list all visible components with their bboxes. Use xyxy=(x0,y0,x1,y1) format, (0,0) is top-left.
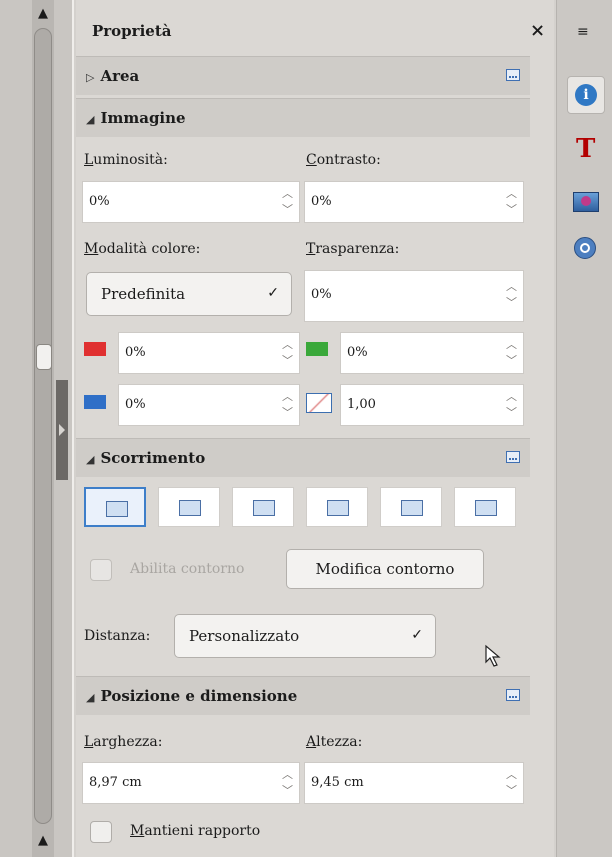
more-options-icon[interactable] xyxy=(506,69,520,81)
color-mode-label: Modalità colore: xyxy=(84,241,201,257)
height-value: 9,45 cm xyxy=(311,775,364,790)
section-scorrimento-label: Scorrimento xyxy=(100,449,206,467)
properties-panel: Proprietà × ▷ Area ◢ Immagine Luminosità: … xyxy=(76,0,612,857)
keep-ratio-checkbox[interactable] xyxy=(90,821,112,843)
splitter-arrow-icon xyxy=(59,424,65,436)
collapse-icon: ◢ xyxy=(86,113,95,126)
red-channel-icon xyxy=(84,342,106,356)
navigator-icon xyxy=(574,237,596,259)
height-spinbox[interactable]: 9,45 cm ︿ ﹀ xyxy=(304,762,524,804)
chevron-down-icon: ✓ xyxy=(267,285,279,301)
tab-navigator[interactable] xyxy=(567,230,603,266)
section-area-label: Area xyxy=(100,67,140,85)
distance-dropdown[interactable]: Personalizzato ✓ xyxy=(174,614,436,658)
tab-styles[interactable]: T xyxy=(567,132,603,168)
width-spinbox[interactable]: 8,97 cm ︿ ﹀ xyxy=(82,762,300,804)
spin-arrows-icon[interactable]: ︿ ﹀ xyxy=(282,337,293,369)
section-area[interactable]: ▷ Area xyxy=(76,56,530,95)
blue-spinbox[interactable]: 0% ︿ ﹀ xyxy=(118,384,300,426)
height-label: Altezza: xyxy=(306,734,363,750)
gamma-value: 1,00 xyxy=(347,397,376,412)
contrast-value: 0% xyxy=(311,194,332,209)
section-scorrimento[interactable]: ◢ Scorrimento xyxy=(76,438,530,477)
more-options-icon[interactable] xyxy=(506,689,520,701)
gamma-icon xyxy=(306,393,332,413)
red-spinbox[interactable]: 0% ︿ ﹀ xyxy=(118,332,300,374)
contrast-spinbox[interactable]: 0% ︿ ﹀ xyxy=(304,181,524,223)
info-icon: i xyxy=(575,84,597,106)
color-mode-value: Predefinita xyxy=(101,285,186,303)
green-value: 0% xyxy=(347,345,368,360)
brightness-spinbox[interactable]: 0% ︿ ﹀ xyxy=(82,181,300,223)
section-posizione[interactable]: ◢ Posizione e dimensione xyxy=(76,676,530,715)
spin-arrows-icon[interactable]: ︿ ﹀ xyxy=(282,767,293,799)
contrast-label: Contrasto: xyxy=(306,152,381,168)
section-posizione-label: Posizione e dimensione xyxy=(100,687,298,705)
collapse-icon: ◢ xyxy=(86,691,95,704)
wrap-optimal-icon xyxy=(253,500,275,516)
sidebar-menu-icon[interactable]: ≡ xyxy=(577,24,589,40)
gamma-spinbox[interactable]: 1,00 ︿ ﹀ xyxy=(340,384,524,426)
sidebar-splitter[interactable] xyxy=(56,380,68,480)
width-label: Larghezza: xyxy=(84,734,163,750)
tab-properties[interactable]: i xyxy=(567,76,605,114)
wrap-before-icon xyxy=(327,500,349,516)
sidebar-deck: ≡ i T xyxy=(556,0,612,857)
left-scroll-down-icon[interactable]: ▲ xyxy=(32,830,54,852)
chevron-down-icon: ✓ xyxy=(411,627,423,643)
divider xyxy=(72,0,74,857)
spin-arrows-icon[interactable]: ︿ ﹀ xyxy=(506,767,517,799)
transparency-value: 0% xyxy=(311,287,332,302)
close-button[interactable]: × xyxy=(530,20,545,41)
wrap-before-button[interactable] xyxy=(306,487,368,527)
distance-value: Personalizzato xyxy=(189,627,300,645)
spin-arrows-icon[interactable]: ︿ ﹀ xyxy=(506,337,517,369)
left-scrollbar-thumb[interactable] xyxy=(34,28,52,824)
keep-ratio-label: Mantieni rapporto xyxy=(130,823,261,839)
spin-arrows-icon[interactable]: ︿ ﹀ xyxy=(282,389,293,421)
spin-arrows-icon[interactable]: ︿ ﹀ xyxy=(506,186,517,218)
spin-arrows-icon[interactable]: ︿ ﹀ xyxy=(506,389,517,421)
left-scroll-up-icon[interactable]: ▲ xyxy=(32,4,54,24)
wrap-through-button[interactable] xyxy=(454,487,516,527)
blue-value: 0% xyxy=(125,397,146,412)
enable-contour-label: Abilita contorno xyxy=(130,561,245,577)
mouse-pointer-icon xyxy=(485,644,501,667)
red-value: 0% xyxy=(125,345,146,360)
tab-gallery[interactable] xyxy=(567,184,603,220)
spin-arrows-icon[interactable]: ︿ ﹀ xyxy=(506,279,517,311)
section-immagine-label: Immagine xyxy=(100,109,186,127)
green-channel-icon xyxy=(306,342,328,356)
brightness-label: Luminosità: xyxy=(84,152,168,168)
wrap-through-icon xyxy=(475,500,497,516)
styles-icon: T xyxy=(576,134,596,164)
brightness-value: 0% xyxy=(89,194,110,209)
blue-channel-icon xyxy=(84,395,106,409)
green-spinbox[interactable]: 0% ︿ ﹀ xyxy=(340,332,524,374)
left-scrollbar-handle[interactable] xyxy=(36,344,52,370)
width-value: 8,97 cm xyxy=(89,775,142,790)
color-mode-dropdown[interactable]: Predefinita ✓ xyxy=(86,272,292,316)
section-immagine[interactable]: ◢ Immagine xyxy=(76,98,530,137)
transparency-spinbox[interactable]: 0% ︿ ﹀ xyxy=(304,270,524,322)
wrap-none-icon xyxy=(106,501,128,517)
left-scroll-area: ▲ ▲ xyxy=(0,0,72,857)
edit-contour-button[interactable]: Modifica contorno xyxy=(286,549,484,589)
collapse-icon: ◢ xyxy=(86,453,95,466)
wrap-none-button[interactable] xyxy=(84,487,146,527)
gallery-icon xyxy=(573,192,599,212)
enable-contour-checkbox[interactable] xyxy=(90,559,112,581)
transparency-label: Trasparenza: xyxy=(306,241,400,257)
more-options-icon[interactable] xyxy=(506,451,520,463)
expand-icon: ▷ xyxy=(86,71,95,84)
panel-title: Proprietà xyxy=(92,22,172,40)
distance-label: Distanza: xyxy=(84,628,151,644)
wrap-optimal-button[interactable] xyxy=(232,487,294,527)
wrap-after-button[interactable] xyxy=(380,487,442,527)
wrap-after-icon xyxy=(401,500,423,516)
spin-arrows-icon[interactable]: ︿ ﹀ xyxy=(282,186,293,218)
wrap-parallel-button[interactable] xyxy=(158,487,220,527)
wrap-parallel-icon xyxy=(179,500,201,516)
